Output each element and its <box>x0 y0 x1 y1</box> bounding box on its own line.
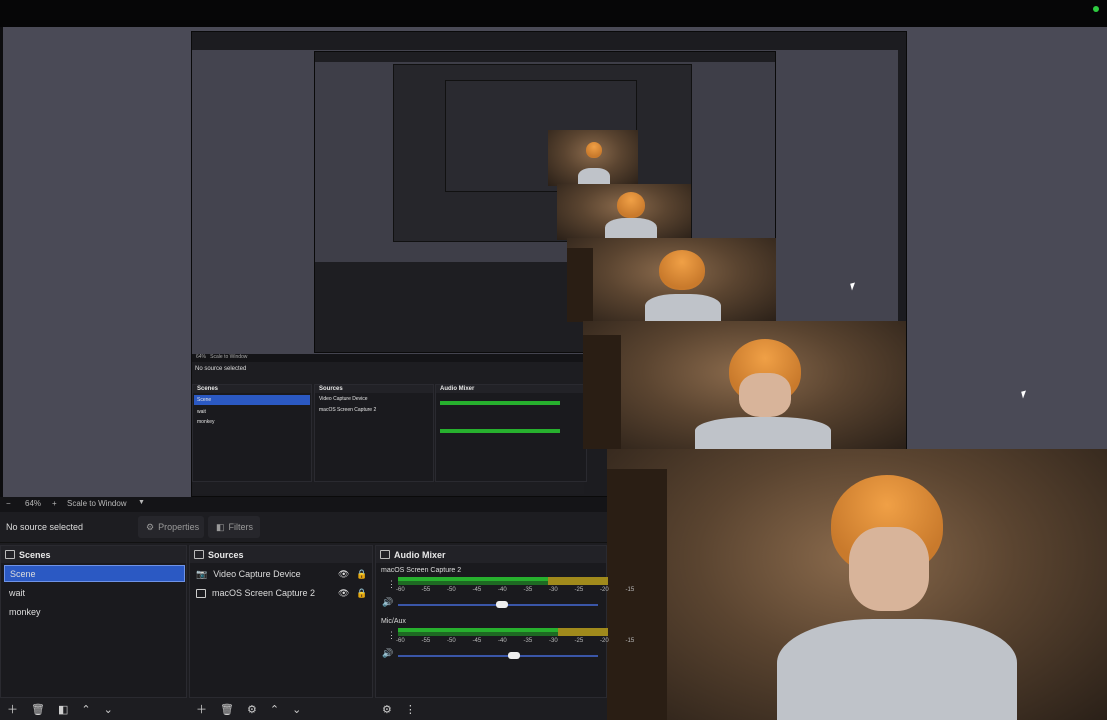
scene-label: monkey <box>9 606 41 617</box>
sources-dock-title: Sources <box>190 546 372 563</box>
dock-icon <box>5 550 15 559</box>
more-icon[interactable]: ⋮ <box>387 630 396 641</box>
scenes-toolbar: ＋ 🗑 ◧ ⌃ ⌄ <box>1 699 113 719</box>
filter-icon: ◧ <box>216 521 225 532</box>
filters-label: Filters <box>228 522 254 532</box>
chevron-down-icon[interactable]: ⌄ <box>104 703 113 716</box>
dock-icon <box>194 550 204 559</box>
volume-knob[interactable] <box>508 652 520 659</box>
source-toolbar: No source selected ⚙ Properties ◧ Filter… <box>0 514 607 543</box>
level-meter <box>398 628 608 636</box>
trash-icon[interactable]: 🗑 <box>31 703 45 716</box>
zoom-level: 64% <box>25 499 42 508</box>
speaker-icon[interactable]: 🔊 <box>382 597 393 608</box>
volume-slider[interactable] <box>398 601 598 608</box>
chevron-up-icon[interactable]: ⌃ <box>270 703 279 716</box>
gear-icon[interactable]: ⚙ <box>247 703 257 716</box>
audio-mixer-title: Audio Mixer <box>394 549 446 560</box>
sources-title: Sources <box>208 549 244 560</box>
filters-button[interactable]: ◧ Filters <box>208 516 260 538</box>
zoom-bar: − 64% + Scale to Window ▼ <box>0 497 607 512</box>
trash-icon[interactable]: 🗑 <box>220 703 234 716</box>
filter-icon[interactable]: ◧ <box>58 703 68 716</box>
audio-mixer-dock: Audio Mixer macOS Screen Capture 2 ⋮ -60… <box>375 545 634 716</box>
add-icon[interactable]: ＋ <box>196 701 207 717</box>
scene-item[interactable]: monkey <box>4 603 185 620</box>
eye-icon[interactable]: 👁 <box>338 569 349 580</box>
level-meter <box>398 577 608 585</box>
more-icon[interactable]: ⋮ <box>387 579 396 590</box>
dock-icon <box>380 550 390 559</box>
scene-label: Scene <box>10 568 36 579</box>
properties-label: Properties <box>158 522 200 532</box>
camera-icon: 📷 <box>196 568 208 579</box>
eye-icon[interactable]: 👁 <box>338 588 349 599</box>
scenes-dock: Scenes Scene wait monkey ＋ 🗑 ◧ ⌃ ⌄ <box>0 545 187 716</box>
scale-mode-select[interactable]: Scale to Window <box>67 499 127 508</box>
lock-icon[interactable]: 🔒 <box>356 588 367 599</box>
audio-mixer-title-bar: Audio Mixer <box>376 546 606 563</box>
sources-dock: Sources 📷 Video Capture Device 👁 🔒 macOS… <box>189 545 373 716</box>
advanced-audio-icon[interactable]: ⚙ <box>382 703 392 716</box>
chevron-down-icon[interactable]: ⌄ <box>292 703 301 716</box>
recording-indicator <box>1093 6 1099 12</box>
webcam-frame-5 <box>557 184 691 240</box>
gear-icon: ⚙ <box>146 521 155 532</box>
monitor-icon <box>196 588 206 598</box>
scenes-dock-title: Scenes <box>1 546 186 563</box>
webcam-frame-3 <box>583 321 906 449</box>
channel-name: macOS Screen Capture 2 <box>381 567 462 574</box>
source-item[interactable]: 📷 Video Capture Device 👁 🔒 <box>196 565 367 583</box>
status-text: No source selected <box>6 522 84 532</box>
source-label: macOS Screen Capture 2 <box>212 588 316 598</box>
zoom-in-button[interactable]: + <box>52 499 57 508</box>
chevron-up-icon[interactable]: ⌃ <box>81 703 90 716</box>
webcam-frame-4 <box>567 238 776 322</box>
scene-item[interactable]: wait <box>4 584 185 601</box>
chevron-down-icon[interactable]: ▼ <box>138 499 145 506</box>
meter-scale: -60 -55 -50 -45 -40 -35 -30 -25 -20 -15 <box>396 587 635 593</box>
lock-icon[interactable]: 🔒 <box>356 569 367 580</box>
sources-toolbar: ＋ 🗑 ⚙ ⌃ ⌄ <box>190 699 301 719</box>
nested-obs-panels: 64% Scale to Window No source selected S… <box>192 354 588 494</box>
properties-button[interactable]: ⚙ Properties <box>138 516 204 538</box>
volume-knob[interactable] <box>496 601 508 608</box>
channel-name: Mic/Aux <box>381 618 406 625</box>
mixer-toolbar: ⚙ ⋮ <box>376 699 416 719</box>
more-icon[interactable]: ⋮ <box>405 703 416 716</box>
volume-slider[interactable] <box>398 652 598 659</box>
source-label: Video Capture Device <box>213 569 301 579</box>
meter-scale: -60 -55 -50 -45 -40 -35 -30 -25 -20 -15 <box>396 638 635 644</box>
webcam-frame-6 <box>548 130 638 186</box>
speaker-icon[interactable]: 🔊 <box>382 648 393 659</box>
scene-item[interactable]: Scene <box>4 565 185 582</box>
window-top-bar <box>0 0 1107 27</box>
add-icon[interactable]: ＋ <box>7 701 18 717</box>
zoom-out-button[interactable]: − <box>6 499 11 508</box>
scene-label: wait <box>9 587 26 598</box>
source-item[interactable]: macOS Screen Capture 2 👁 🔒 <box>196 584 367 602</box>
scenes-title: Scenes <box>19 549 51 560</box>
webcam-frame-main <box>607 449 1107 720</box>
